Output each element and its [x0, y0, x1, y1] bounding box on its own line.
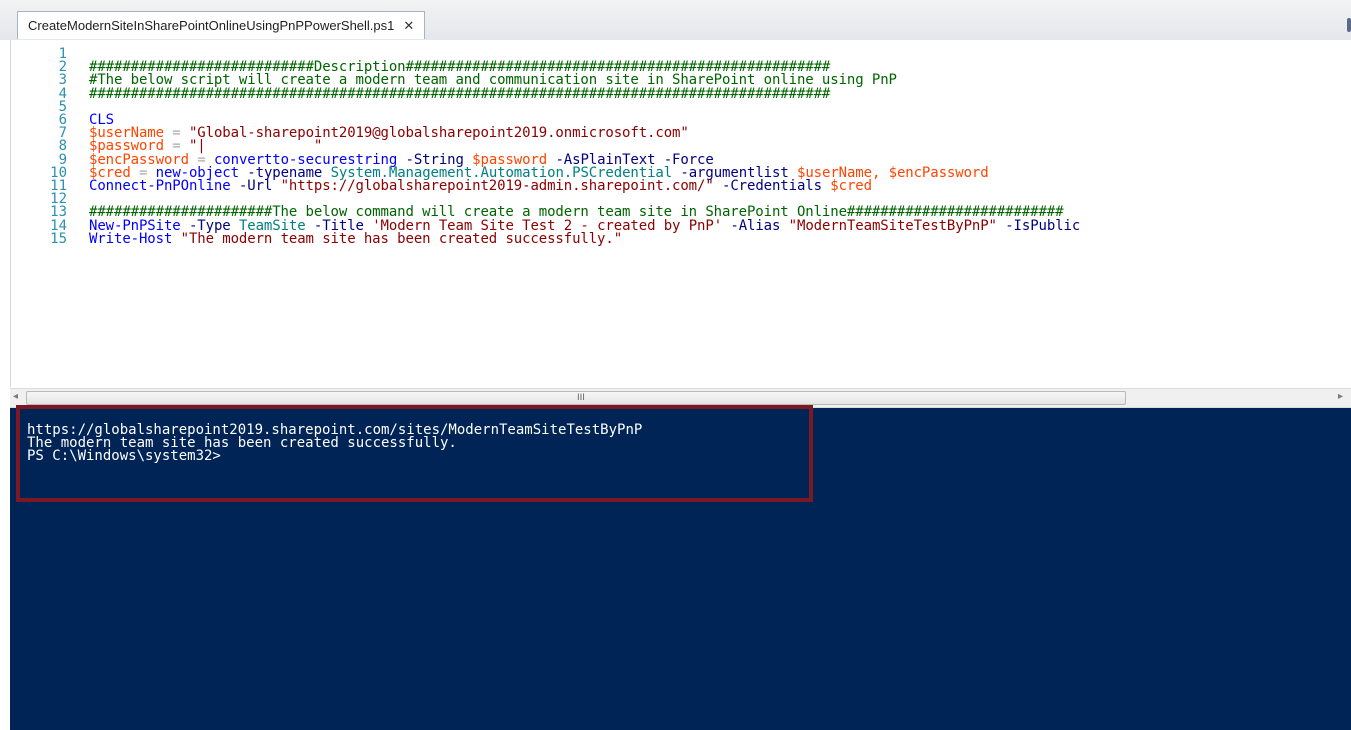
tab-strip: CreateModernSiteInSharePointOnlineUsingP… [0, 0, 1351, 40]
code-line[interactable]: Write-Host "The modern team site has bee… [89, 231, 623, 247]
close-icon[interactable]: ✕ [403, 18, 414, 34]
code-line[interactable]: #The below script will create a modern t… [89, 73, 897, 87]
code-token: "The modern team site has been created s… [172, 231, 623, 247]
line-number: 8 [58, 138, 67, 154]
code-token: -Url [230, 178, 281, 194]
code-line[interactable]: $password = "| " [89, 139, 322, 153]
left-margin [0, 40, 10, 730]
code-token: -Credentials [713, 178, 831, 194]
scrollbar-grip-icon: III [577, 393, 585, 403]
code-line[interactable]: ########################################… [89, 86, 831, 102]
code-line[interactable]: Connect-PnPOnline -Url "https://globalsh… [89, 178, 872, 194]
code-token: $cred [830, 178, 872, 194]
code-token: ########################################… [89, 86, 831, 102]
code-token: "ModernTeamSiteTestByPnP" [788, 218, 997, 234]
line-number: 13 [50, 204, 67, 220]
code-token: "https://globalsharepoint2019-admin.shar… [280, 178, 714, 194]
code-token: Connect-PnPOnline [89, 178, 231, 194]
window-edge-indicator [1347, 18, 1351, 32]
tab-title: CreateModernSiteInSharePointOnlineUsingP… [28, 18, 395, 33]
output-highlight-box [16, 405, 813, 502]
code-token: -IsPublic [996, 218, 1081, 234]
tab-script-file[interactable]: CreateModernSiteInSharePointOnlineUsingP… [17, 11, 426, 39]
code-line[interactable]: ######################The below command … [89, 205, 1064, 219]
line-number: 3 [58, 72, 67, 88]
code-token: -Alias [722, 218, 789, 234]
scroll-right-icon[interactable]: ▸ [1338, 391, 1343, 402]
scrollbar-thumb[interactable]: III [26, 391, 1126, 405]
line-number: 15 [50, 231, 67, 247]
code-token: Write-Host [89, 231, 173, 247]
scroll-left-icon[interactable]: ◂ [13, 391, 18, 402]
script-editor[interactable]: 1 2 ###########################Description… [10, 40, 1351, 387]
